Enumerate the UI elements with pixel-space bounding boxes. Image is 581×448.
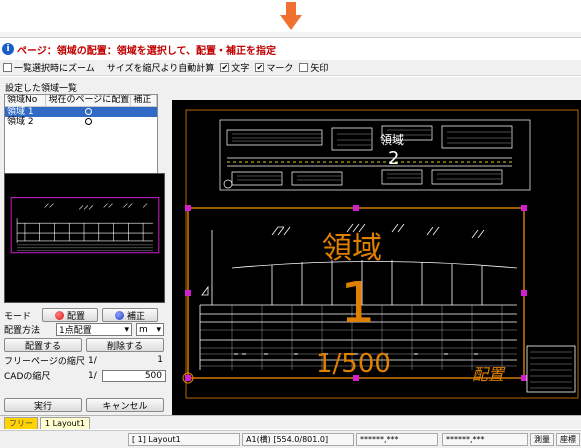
cad-scale-row: CADの縮尺 1/ 500 [4,369,168,382]
button-label: 配置 [66,311,85,322]
command-title-bar: i ページ：領域の配置：領域を選択して、配置・補正を指定 [0,40,581,58]
cad-scale-input[interactable]: 500 [102,369,166,382]
execute-button[interactable]: 実行 [4,398,82,412]
list-item[interactable]: 領域 2 [5,117,157,127]
button-label: 補正 [126,311,145,322]
checkbox-box [3,63,12,72]
mode-label: モード [4,311,32,322]
auto-size-option: サイズを縮尺より自動計算 [107,61,215,74]
column-header[interactable]: 領域No [5,95,47,106]
tab-free[interactable]: フリー [4,417,38,429]
scale-prefix: 1/ [88,370,97,381]
zoom-on-select-checkbox[interactable]: 一覧選択時にズーム [3,61,95,74]
chevron-down-icon: ▾ [156,324,161,335]
status-measure[interactable]: 測量 [530,433,554,446]
arrow-checkbox[interactable]: 矢印 [299,61,328,74]
scale-prefix: 1/ [88,355,97,366]
place-mode-button[interactable]: 配置 [42,308,98,322]
list-item[interactable]: 領域 1 [5,107,157,117]
checkbox-box [299,63,309,72]
drawing-canvas[interactable]: 領域 2 領域 1 1/500 配置 [172,100,581,415]
page-title: ページ：領域の配置：領域を選択して、配置・補正を指定 [17,45,276,57]
placement-buttons-row: 配置する 削除する [4,338,168,352]
place-button[interactable]: 配置する [4,338,82,352]
checkbox-box: ✔ [220,62,230,72]
free-page-scale-label: フリーページの縮尺 [4,357,85,367]
free-page-scale-value: 1 [102,354,166,367]
checkbox-label: 文字 [231,64,250,74]
options-bar: 一覧選択時にズーム サイズを縮尺より自動計算 ✔ 文字 ✔ マーク 矢印 [0,60,581,76]
free-page-scale-row: フリーページの縮尺 1/ 1 [4,354,168,367]
region-list-header: 領域No 現在のページに配置 補正 [5,95,158,107]
tab-layout1[interactable]: 1 Layout1 [40,417,90,429]
left-panel: 設定した領域一覧 領域No 現在のページに配置 補正 領域 1 領域 2 モード… [0,77,172,415]
correction-cell [131,117,157,127]
status-bar: [ 1] Layout1 A1(横) [554.0/801.0] ******,… [0,430,581,448]
region-1-label: 領域 [322,231,382,266]
column-header[interactable]: 補正 [131,95,158,106]
region-1-status: 配置 [472,365,506,384]
status-layout: [ 1] Layout1 [128,433,240,446]
status-coord-2: ******,*** [442,433,528,446]
region-2-number: 2 [388,148,399,169]
placement-method-select[interactable]: 1点配置 ▾ [56,323,132,336]
region-1-scale: 1/500 [316,349,391,379]
checkbox-box: ✔ [255,62,265,72]
red-dot-icon [54,310,64,320]
region-name: 領域 1 [7,107,34,117]
status-coord-1: ******,*** [356,433,438,446]
unit-select[interactable]: m ▾ [136,323,164,336]
status-coordinate[interactable]: 座標 [556,433,580,446]
text-checkbox[interactable]: ✔ 文字 [220,61,249,74]
mark-checkbox[interactable]: ✔ マーク [255,61,293,74]
action-buttons-row: 実行 キャンセル [4,398,168,412]
region-list-label: 設定した領域一覧 [5,84,78,94]
region-1-number: 1 [340,271,376,336]
option-label: サイズを縮尺より自動計算 [106,64,215,74]
mode-row: モード 配置 補正 [4,308,168,322]
region-2-label: 領域 [380,132,404,147]
select-value: 1点配置 [59,326,92,336]
placement-method-row: 配置方法 1点配置 ▾ m ▾ [4,323,168,336]
canvas-header [172,77,581,100]
blue-dot-icon [114,310,124,320]
placed-indicator [46,107,131,117]
down-arrow-icon [280,2,302,30]
info-icon: i [2,43,14,55]
status-paper: A1(横) [554.0/801.0] [242,433,354,446]
correction-cell [131,107,157,117]
correct-mode-button[interactable]: 補正 [102,308,158,322]
ribbon-tabs-strip [0,32,581,38]
placed-indicator [46,117,131,127]
layout-tabs: フリー 1 Layout1 [0,415,581,429]
checkbox-label: 一覧選択時にズーム [14,64,95,74]
checkbox-label: マーク [266,64,294,74]
cad-scale-label: CADの縮尺 [4,372,51,382]
column-header[interactable]: 現在のページに配置 [46,95,132,106]
region-preview [4,173,165,303]
region-name: 領域 2 [7,117,34,127]
checkbox-label: 矢印 [310,64,329,74]
placement-method-label: 配置方法 [4,326,41,336]
chevron-down-icon: ▾ [124,324,129,335]
cancel-button[interactable]: キャンセル [86,398,164,412]
select-value: m [139,324,148,335]
remove-button[interactable]: 削除する [86,338,164,352]
